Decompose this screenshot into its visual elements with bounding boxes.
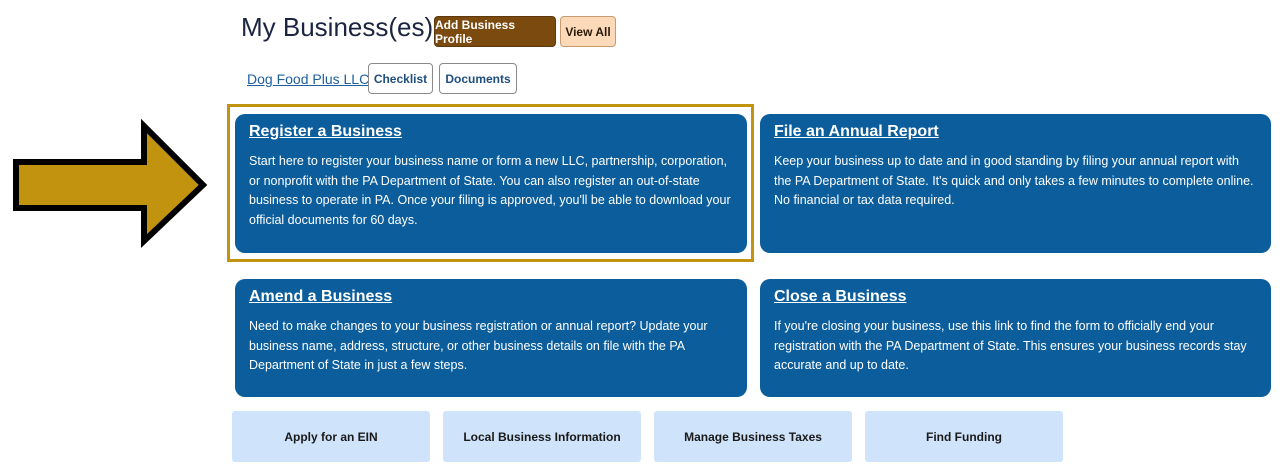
right-arrow-icon	[13, 118, 208, 248]
file-annual-report-title[interactable]: File an Annual Report	[774, 123, 1257, 141]
amend-business-description: Need to make changes to your business re…	[249, 319, 708, 372]
view-all-button[interactable]: View All	[560, 16, 616, 47]
local-business-information-button[interactable]: Local Business Information	[443, 411, 641, 462]
register-business-title[interactable]: Register a Business	[249, 123, 733, 141]
apply-ein-button[interactable]: Apply for an EIN	[232, 411, 430, 462]
business-name-link[interactable]: Dog Food Plus LLC	[247, 71, 369, 87]
manage-business-taxes-button[interactable]: Manage Business Taxes	[654, 411, 852, 462]
find-funding-button[interactable]: Find Funding	[865, 411, 1063, 462]
file-annual-report-description: Keep your business up to date and in goo…	[774, 154, 1254, 207]
close-business-title[interactable]: Close a Business	[774, 288, 1257, 306]
add-business-profile-button[interactable]: Add Business Profile	[434, 16, 556, 47]
register-business-description: Start here to register your business nam…	[249, 154, 731, 227]
close-business-description: If you're closing your business, use thi…	[774, 319, 1247, 372]
documents-button[interactable]: Documents	[439, 63, 517, 94]
amend-business-card[interactable]: Amend a Business Need to make changes to…	[235, 279, 747, 397]
checklist-button[interactable]: Checklist	[368, 63, 433, 94]
close-business-card[interactable]: Close a Business If you're closing your …	[760, 279, 1271, 397]
amend-business-title[interactable]: Amend a Business	[249, 288, 733, 306]
register-business-card[interactable]: Register a Business Start here to regist…	[235, 114, 747, 253]
page-title: My Business(es)	[241, 12, 434, 42]
file-annual-report-card[interactable]: File an Annual Report Keep your business…	[760, 114, 1271, 253]
